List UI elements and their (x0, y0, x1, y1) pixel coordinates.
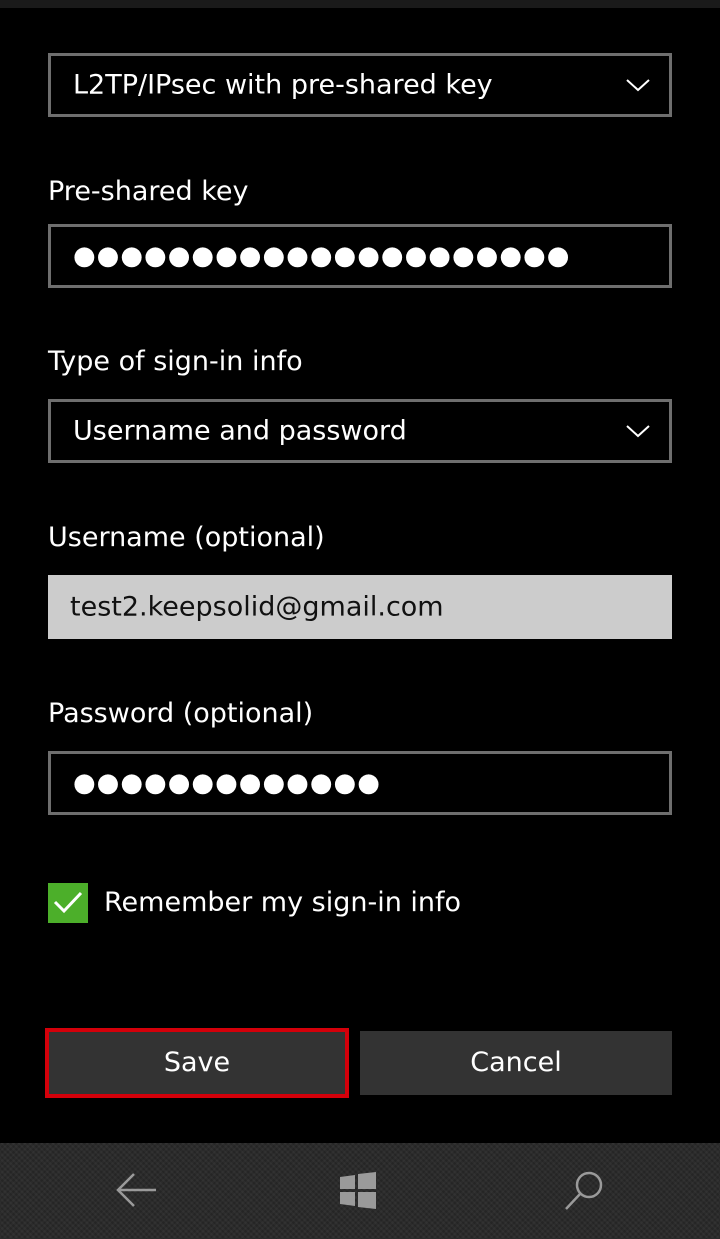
pre-shared-key-value: ●●●●●●●●●●●●●●●●●●●●● (73, 241, 571, 271)
remember-label[interactable]: Remember my sign-in info (104, 883, 461, 923)
checkmark-icon (53, 891, 83, 914)
password-value: ●●●●●●●●●●●●● (73, 768, 381, 798)
vpn-type-selected: L2TP/IPsec with pre-shared key (73, 69, 493, 101)
windows-start-icon[interactable] (338, 1171, 378, 1209)
password-label: Password (optional) (48, 698, 314, 729)
sign-in-type-dropdown[interactable]: Username and password (48, 399, 672, 463)
remember-checkbox[interactable] (48, 883, 88, 923)
pre-shared-key-label: Pre-shared key (48, 176, 249, 207)
chevron-down-icon (626, 425, 650, 438)
top-edge-bar (0, 0, 720, 8)
save-button[interactable]: Save (45, 1028, 349, 1098)
navigation-bar (0, 1143, 720, 1239)
pre-shared-key-input[interactable]: ●●●●●●●●●●●●●●●●●●●●● (48, 224, 672, 288)
sign-in-type-label: Type of sign-in info (48, 346, 303, 377)
password-input[interactable]: ●●●●●●●●●●●●● (48, 751, 672, 815)
username-label: Username (optional) (48, 522, 325, 553)
username-input[interactable]: test2.keepsolid@gmail.com (48, 575, 672, 639)
username-value: test2.keepsolid@gmail.com (70, 591, 444, 623)
vpn-type-dropdown[interactable]: L2TP/IPsec with pre-shared key (48, 53, 672, 117)
back-arrow-icon[interactable] (114, 1170, 158, 1210)
sign-in-type-selected: Username and password (73, 415, 407, 447)
search-icon[interactable] (562, 1169, 606, 1213)
cancel-button[interactable]: Cancel (360, 1031, 672, 1095)
chevron-down-icon (626, 79, 650, 92)
